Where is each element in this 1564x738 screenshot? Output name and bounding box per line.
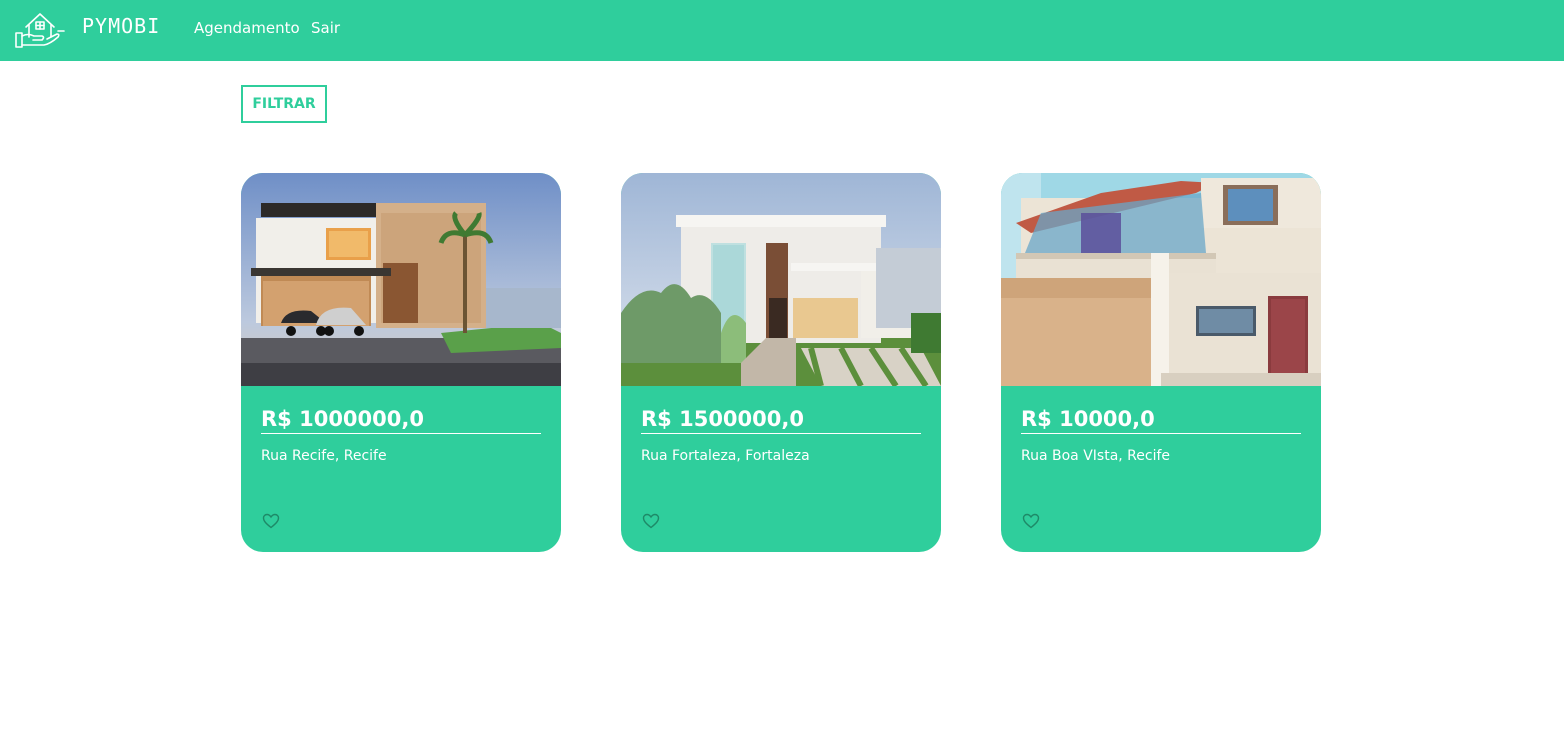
top-navbar: PYMOBI Agendamento Sair: [0, 0, 1564, 61]
nav-link-sair[interactable]: Sair: [311, 19, 340, 37]
listing-price: R$ 10000,0: [1021, 407, 1301, 434]
heart-outline-icon[interactable]: [1022, 513, 1040, 529]
listing-address: Rua Fortaleza, Fortaleza: [641, 448, 810, 464]
filter-button[interactable]: FILTRAR: [241, 85, 327, 123]
listing-card[interactable]: R$ 1500000,0 Rua Fortaleza, Fortaleza: [621, 173, 941, 552]
listing-address: Rua Boa VIsta, Recife: [1021, 448, 1171, 464]
listing-price: R$ 1500000,0: [641, 407, 921, 434]
brand-name[interactable]: PYMOBI: [82, 14, 160, 38]
listing-address: Rua Recife, Recife: [261, 448, 387, 464]
heart-outline-icon[interactable]: [262, 513, 280, 529]
house-in-hand-icon[interactable]: [14, 7, 66, 49]
heart-outline-icon[interactable]: [642, 513, 660, 529]
listing-photo: [621, 173, 941, 386]
listing-photo: [1001, 173, 1321, 386]
listing-price: R$ 1000000,0: [261, 407, 541, 434]
listing-card[interactable]: R$ 1000000,0 Rua Recife, Recife: [241, 173, 561, 552]
listing-photo: [241, 173, 561, 386]
listing-card[interactable]: R$ 10000,0 Rua Boa VIsta, Recife: [1001, 173, 1321, 552]
nav-link-agendamento[interactable]: Agendamento: [194, 19, 300, 37]
